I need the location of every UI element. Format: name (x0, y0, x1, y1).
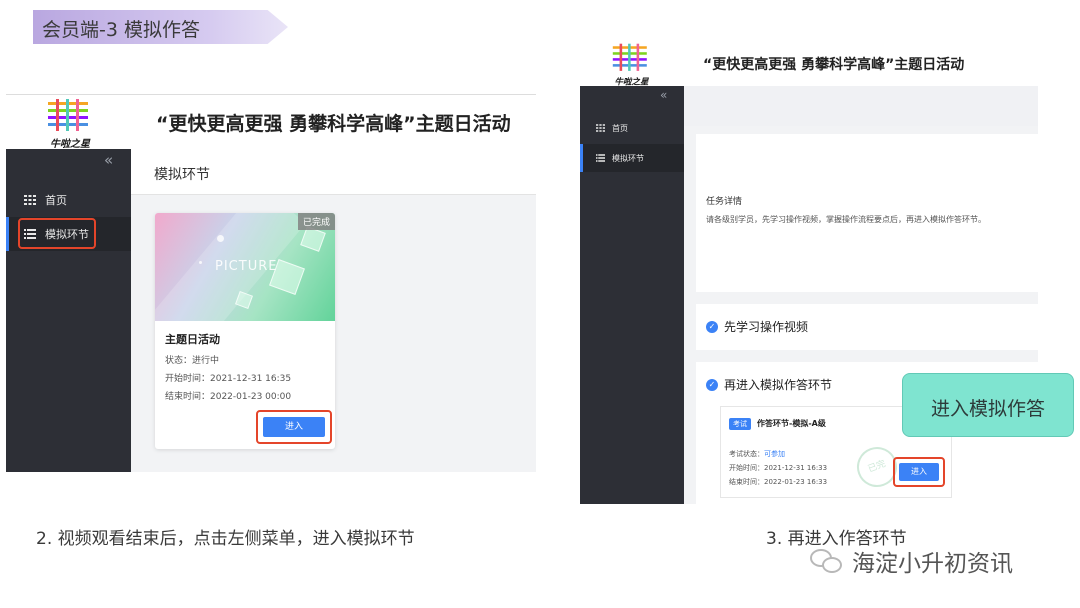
exam-tag: 考试 (729, 418, 751, 430)
wechat-icon (808, 545, 846, 577)
activity-card[interactable]: PICTURE 已完成 主题日活动 状态：进行中 开始时间：2021-12-31… (155, 213, 335, 449)
list-icon (596, 154, 605, 162)
sidebar-item-home[interactable]: 首页 (6, 183, 131, 217)
logo-text: 牛啦之星 (50, 139, 90, 150)
double-chevron-left-icon[interactable]: « (104, 151, 113, 169)
exam-title: 作答环节-模拟-A级 (757, 419, 826, 428)
double-chevron-left-icon[interactable]: « (660, 88, 667, 102)
logo-icon: 牛啦之星 (606, 42, 657, 87)
slide: 会员端-3 模拟作答 牛啦之星 “更快更高更强 勇攀科学高峰”主题日活动 « 首… (0, 0, 1080, 608)
sidebar-item-label: 首页 (612, 123, 628, 133)
page-title: “更快更高更强 勇攀科学高峰”主题日活动 (156, 113, 511, 135)
top-bar (684, 86, 1038, 126)
sidebar: « 首页 模拟环节 (6, 149, 131, 472)
cube-shape (235, 291, 253, 309)
sidebar-item-simulation[interactable]: 模拟环节 (580, 144, 684, 172)
exam-status-value: 可参加 (764, 450, 785, 458)
card-start-time: 开始时间：2021-12-31 16:35 (165, 374, 292, 384)
image-placeholder-text: PICTURE (215, 259, 278, 274)
check-icon: ✓ (706, 321, 718, 333)
card-title: 主题日活动 (165, 333, 220, 346)
grid-icon (24, 195, 36, 205)
highlight-box (893, 457, 945, 487)
cube-shape (300, 226, 326, 252)
highlight-box (256, 410, 332, 444)
main-content: 模拟环节 PICTURE 已完成 主题日活动 状态：进行中 开始时间：2021-… (131, 149, 536, 472)
exam-start-time: 开始时间：2021-12-31 16:33 (729, 464, 828, 472)
page-title: “更快更高更强 勇攀科学高峰”主题日活动 (703, 57, 965, 73)
slide-header-text: 会员端-3 模拟作答 (42, 19, 200, 41)
sidebar-item-label: 首页 (45, 194, 67, 207)
watermark-text: 海淀小升初资讯 (852, 551, 1013, 577)
sidebar-item-label: 模拟环节 (612, 153, 644, 163)
step-panel: ✓ 先学习操作视频 (696, 304, 1038, 350)
slide-header-tag: 会员端-3 模拟作答 (33, 10, 288, 44)
caption-left: 2. 视频观看结束后，点击左侧菜单，进入模拟环节 (36, 529, 415, 549)
dot-shape (199, 261, 202, 264)
task-label: 任务详情 (706, 197, 743, 207)
exam-status-label: 考试状态： (729, 450, 764, 458)
grid-icon (596, 124, 605, 132)
section-title: 模拟环节 (154, 167, 210, 183)
card-status: 状态：进行中 (165, 356, 220, 366)
check-icon: ✓ (706, 379, 718, 391)
card-image: PICTURE 已完成 (155, 213, 335, 321)
main-content: 任务详情 请各级别学员，先学习操作视频，掌握操作流程要点后，再进入模拟作答环节。… (684, 86, 1038, 504)
highlight-box (18, 218, 96, 249)
step-two-text: 再进入模拟作答环节 (724, 378, 833, 392)
step-one-text[interactable]: 先学习操作视频 (724, 318, 808, 335)
task-text: 请各级别学员，先学习操作视频，掌握操作流程要点后，再进入模拟作答环节。 (706, 215, 986, 224)
left-screenshot: 牛啦之星 “更快更高更强 勇攀科学高峰”主题日活动 « 首页 模拟环节 模拟环节… (6, 94, 536, 472)
exam-end-time: 结束时间：2022-01-23 16:33 (729, 478, 828, 486)
task-panel: 任务详情 请各级别学员，先学习操作视频，掌握操作流程要点后，再进入模拟作答环节。 (696, 134, 1038, 292)
sidebar: « 首页 模拟环节 (580, 86, 684, 504)
section-header: 模拟环节 (131, 149, 536, 195)
status-badge: 已完成 (297, 213, 335, 230)
dot-shape (217, 235, 224, 242)
card-end-time: 结束时间：2022-01-23 00:00 (165, 392, 292, 402)
exam-status: 考试状态：可参加 (729, 449, 785, 459)
callout-box: 进入模拟作答 (902, 373, 1074, 437)
sidebar-item-home[interactable]: 首页 (580, 114, 684, 142)
watermark: 海淀小升初资讯 (808, 544, 1013, 578)
callout-text: 进入模拟作答 (930, 398, 1045, 420)
logo-icon: 牛啦之星 (40, 97, 100, 150)
